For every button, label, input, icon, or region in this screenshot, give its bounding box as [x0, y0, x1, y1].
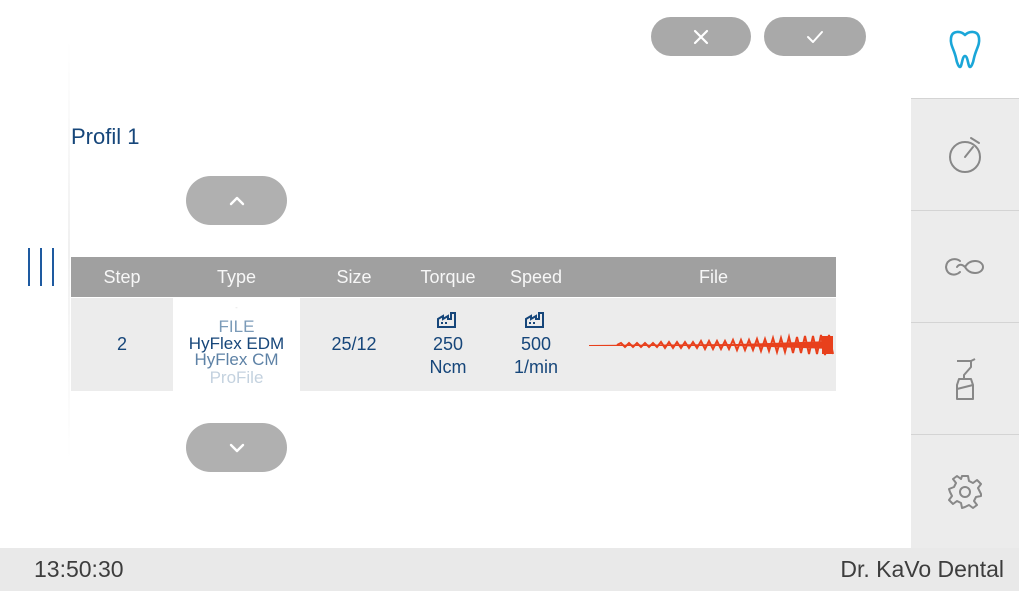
loop-icon	[944, 257, 985, 276]
type-option[interactable]: ProFile	[173, 369, 300, 386]
table-row[interactable]: 2 - FILE HyFlex EDM HyFlex CM ProFile 25…	[71, 298, 836, 391]
torque-unit: Ncm	[429, 356, 467, 377]
cancel-button[interactable]	[651, 17, 751, 56]
sidebar-item-timer[interactable]	[911, 98, 1019, 210]
column-header-torque: Torque	[420, 267, 476, 287]
factory-icon	[437, 311, 456, 328]
clock: 13:50:30	[34, 556, 124, 582]
speed-cell[interactable]: 500 1/min	[496, 298, 576, 391]
column-header-size: Size	[336, 267, 372, 287]
sidebar-item-settings[interactable]	[911, 434, 1019, 548]
type-picker[interactable]: - FILE HyFlex EDM HyFlex CM ProFile	[173, 298, 300, 391]
table-header: Step Type Size Torque Speed File	[71, 257, 836, 297]
column-header-type: Type	[216, 267, 257, 287]
timer-icon	[949, 136, 981, 173]
factory-icon	[525, 311, 544, 328]
check-icon	[807, 30, 823, 43]
status-bar: 13:50:30 Dr. KaVo Dental	[0, 548, 1019, 591]
size-value: 25/12	[331, 334, 377, 354]
file-instrument-image	[589, 332, 834, 356]
sidebar-item-spray[interactable]	[911, 322, 1019, 434]
type-option[interactable]: FILE	[173, 318, 300, 335]
column-header-file: File	[698, 267, 728, 287]
tooth-icon	[949, 30, 981, 69]
torque-value: 250	[432, 333, 464, 354]
speed-unit: 1/min	[513, 356, 558, 377]
scroll-down-button[interactable]	[186, 423, 287, 472]
chevron-down-icon	[229, 443, 244, 452]
type-picker-fade: -	[235, 303, 238, 312]
speed-value: 500	[520, 333, 552, 354]
panel-drag-handle[interactable]	[28, 248, 54, 286]
settings-gear-icon	[948, 474, 982, 509]
chevron-up-icon	[229, 196, 244, 205]
torque-cell[interactable]: 250 Ncm	[408, 298, 488, 391]
sidebar-item-loop[interactable]	[911, 210, 1019, 322]
column-header-step: Step	[103, 267, 141, 287]
close-icon	[693, 29, 709, 44]
sidebar-item-treatment[interactable]	[911, 0, 1019, 98]
size-cell[interactable]: 25/12	[314, 298, 394, 391]
confirm-button[interactable]	[764, 17, 866, 56]
panel-edge	[68, 40, 70, 460]
column-header-speed: Speed	[509, 267, 563, 287]
type-option[interactable]: HyFlex CM	[173, 351, 300, 368]
sidebar	[911, 98, 1019, 548]
spray-bottle-icon	[956, 357, 976, 400]
step-value: 2	[116, 334, 127, 354]
profile-title: Profil 1	[71, 124, 140, 149]
step-cell: 2	[71, 298, 173, 391]
file-cell	[586, 298, 836, 391]
user-name: Dr. KaVo Dental	[840, 556, 1004, 582]
scroll-up-button[interactable]	[186, 176, 287, 225]
